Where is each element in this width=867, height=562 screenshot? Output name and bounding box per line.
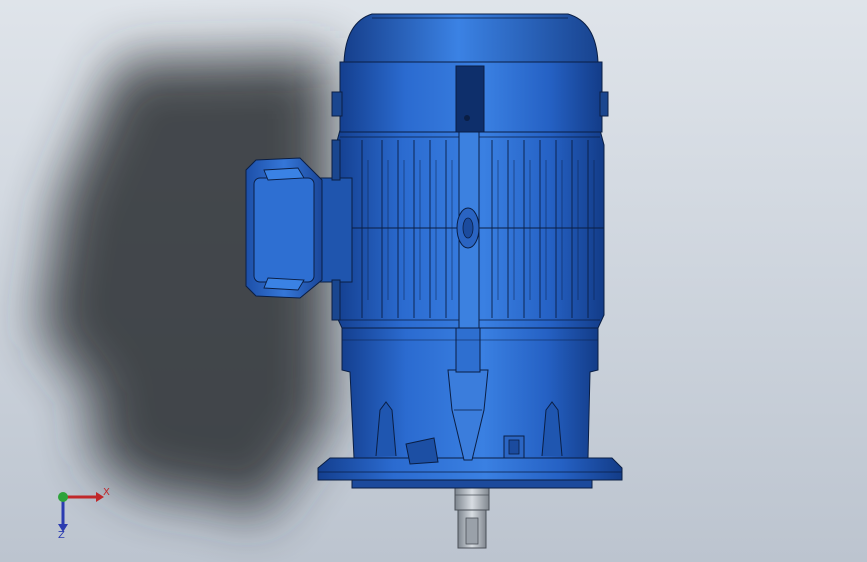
lower-housing[interactable]: [341, 324, 599, 465]
axis-x-label: X: [103, 487, 110, 498]
mounting-flange[interactable]: [317, 457, 623, 489]
terminal-box[interactable]: [245, 139, 353, 321]
y-axis-dot: [58, 492, 68, 502]
motor-shaft[interactable]: [454, 485, 490, 549]
stator-fins[interactable]: [335, 129, 605, 329]
axis-triad: [58, 492, 104, 532]
motor-model[interactable]: [0, 0, 867, 562]
axis-z-label: Z: [58, 530, 65, 541]
fan-cover[interactable]: [331, 13, 609, 133]
3d-viewport[interactable]: X Z: [0, 0, 867, 562]
